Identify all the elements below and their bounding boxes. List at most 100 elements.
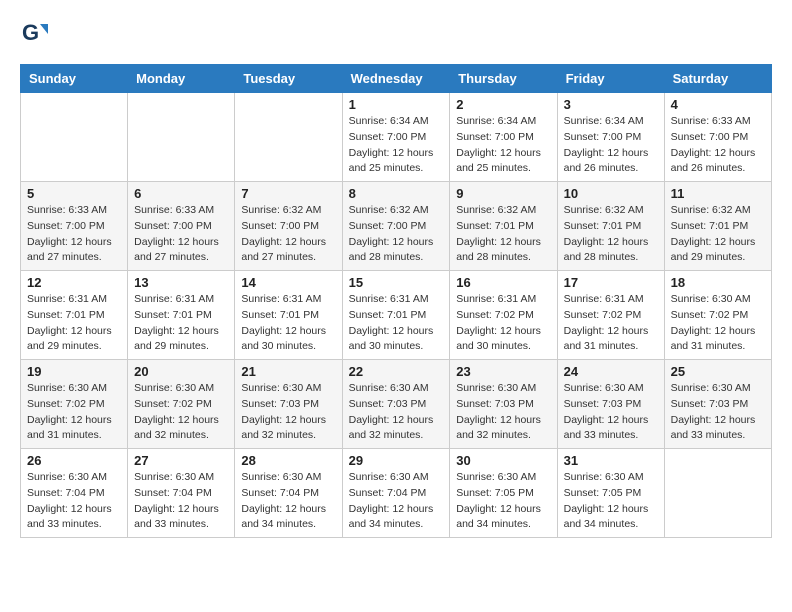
day-info: Sunrise: 6:31 AM Sunset: 7:01 PM Dayligh… — [349, 292, 444, 355]
calendar-cell: 21 Sunrise: 6:30 AM Sunset: 7:03 PM Dayli… — [235, 360, 342, 449]
weekday-header: Sunday — [21, 65, 128, 93]
day-number: 24 — [564, 364, 658, 379]
day-info: Sunrise: 6:30 AM Sunset: 7:04 PM Dayligh… — [349, 470, 444, 533]
calendar-cell: 1Sunrise: 6:34 AM Sunset: 7:00 PM Daylig… — [342, 93, 450, 182]
day-info: Sunrise: 6:32 AM Sunset: 7:01 PM Dayligh… — [564, 203, 658, 266]
calendar-cell: 6 Sunrise: 6:33 AM Sunset: 7:00 PM Daylig… — [128, 182, 235, 271]
calendar-cell — [664, 449, 771, 538]
calendar-week-row: 12 Sunrise: 6:31 AM Sunset: 7:01 PM Dayli… — [21, 271, 772, 360]
day-number: 19 — [27, 364, 121, 379]
calendar-cell: 14 Sunrise: 6:31 AM Sunset: 7:01 PM Dayli… — [235, 271, 342, 360]
page-header: G — [20, 20, 772, 48]
calendar-table: SundayMondayTuesdayWednesdayThursdayFrid… — [20, 64, 772, 538]
day-info: Sunrise: 6:31 AM Sunset: 7:01 PM Dayligh… — [134, 292, 228, 355]
calendar-cell: 27Sunrise: 6:30 AM Sunset: 7:04 PM Dayli… — [128, 449, 235, 538]
day-number: 9 — [456, 186, 550, 201]
calendar-cell: 25 Sunrise: 6:30 AM Sunset: 7:03 PM Dayli… — [664, 360, 771, 449]
calendar-cell: 11 Sunrise: 6:32 AM Sunset: 7:01 PM Dayli… — [664, 182, 771, 271]
day-number: 27 — [134, 453, 228, 468]
calendar-cell: 17 Sunrise: 6:31 AM Sunset: 7:02 PM Dayli… — [557, 271, 664, 360]
calendar-cell — [128, 93, 235, 182]
day-info: Sunrise: 6:31 AM Sunset: 7:01 PM Dayligh… — [241, 292, 335, 355]
calendar-cell: 24 Sunrise: 6:30 AM Sunset: 7:03 PM Dayli… — [557, 360, 664, 449]
day-number: 14 — [241, 275, 335, 290]
day-info: Sunrise: 6:32 AM Sunset: 7:01 PM Dayligh… — [456, 203, 550, 266]
day-info: Sunrise: 6:31 AM Sunset: 7:02 PM Dayligh… — [564, 292, 658, 355]
calendar-cell: 12Sunrise: 6:31 AM Sunset: 7:01 PM Dayli… — [21, 271, 128, 360]
day-number: 21 — [241, 364, 335, 379]
day-info: Sunrise: 6:30 AM Sunset: 7:02 PM Dayligh… — [671, 292, 765, 355]
day-number: 18 — [671, 275, 765, 290]
calendar-cell — [21, 93, 128, 182]
day-info: Sunrise: 6:30 AM Sunset: 7:05 PM Dayligh… — [564, 470, 658, 533]
day-number: 29 — [349, 453, 444, 468]
weekday-header-row: SundayMondayTuesdayWednesdayThursdayFrid… — [21, 65, 772, 93]
calendar-cell: 9 Sunrise: 6:32 AM Sunset: 7:01 PM Daylig… — [450, 182, 557, 271]
svg-text:G: G — [22, 20, 39, 45]
day-info: Sunrise: 6:30 AM Sunset: 7:03 PM Dayligh… — [241, 381, 335, 444]
day-info: Sunrise: 6:32 AM Sunset: 7:00 PM Dayligh… — [349, 203, 444, 266]
day-number: 23 — [456, 364, 550, 379]
logo: G — [20, 20, 52, 48]
day-number: 16 — [456, 275, 550, 290]
calendar-cell: 28 Sunrise: 6:30 AM Sunset: 7:04 PM Dayli… — [235, 449, 342, 538]
calendar-cell: 8 Sunrise: 6:32 AM Sunset: 7:00 PM Daylig… — [342, 182, 450, 271]
day-info: Sunrise: 6:30 AM Sunset: 7:04 PM Dayligh… — [241, 470, 335, 533]
weekday-header: Friday — [557, 65, 664, 93]
day-info: Sunrise: 6:33 AM Sunset: 7:00 PM Dayligh… — [134, 203, 228, 266]
day-info: Sunrise: 6:30 AM Sunset: 7:03 PM Dayligh… — [349, 381, 444, 444]
day-info: Sunrise: 6:30 AM Sunset: 7:03 PM Dayligh… — [564, 381, 658, 444]
day-number: 25 — [671, 364, 765, 379]
calendar-cell: 31 Sunrise: 6:30 AM Sunset: 7:05 PM Dayli… — [557, 449, 664, 538]
calendar-cell: 2 Sunrise: 6:34 AM Sunset: 7:00 PM Daylig… — [450, 93, 557, 182]
day-number: 20 — [134, 364, 228, 379]
calendar-cell: 10 Sunrise: 6:32 AM Sunset: 7:01 PM Dayli… — [557, 182, 664, 271]
day-number: 2 — [456, 97, 550, 112]
day-info: Sunrise: 6:30 AM Sunset: 7:03 PM Dayligh… — [671, 381, 765, 444]
day-info: Sunrise: 6:30 AM Sunset: 7:02 PM Dayligh… — [27, 381, 121, 444]
calendar-cell — [235, 93, 342, 182]
day-info: Sunrise: 6:32 AM Sunset: 7:01 PM Dayligh… — [671, 203, 765, 266]
calendar-cell: 5Sunrise: 6:33 AM Sunset: 7:00 PM Daylig… — [21, 182, 128, 271]
calendar-cell: 16 Sunrise: 6:31 AM Sunset: 7:02 PM Dayli… — [450, 271, 557, 360]
calendar-cell: 30 Sunrise: 6:30 AM Sunset: 7:05 PM Dayli… — [450, 449, 557, 538]
calendar-cell: 26Sunrise: 6:30 AM Sunset: 7:04 PM Dayli… — [21, 449, 128, 538]
day-number: 10 — [564, 186, 658, 201]
calendar-cell: 20 Sunrise: 6:30 AM Sunset: 7:02 PM Dayli… — [128, 360, 235, 449]
day-info: Sunrise: 6:30 AM Sunset: 7:04 PM Dayligh… — [27, 470, 121, 533]
calendar-week-row: 1 Sunrise: 6:34 AM Sunset: 7:00 PM Daylig… — [21, 93, 772, 182]
day-number: 3 — [564, 97, 658, 112]
calendar-cell: 13 Sunrise: 6:31 AM Sunset: 7:01 PM Dayli… — [128, 271, 235, 360]
day-number: 12 — [27, 275, 121, 290]
weekday-header: Thursday — [450, 65, 557, 93]
calendar-week-row: 5Sunrise: 6:33 AM Sunset: 7:00 PM Daylig… — [21, 182, 772, 271]
day-number: 15 — [349, 275, 444, 290]
calendar-cell: 23 Sunrise: 6:30 AM Sunset: 7:03 PM Dayli… — [450, 360, 557, 449]
day-info: Sunrise: 6:30 AM Sunset: 7:02 PM Dayligh… — [134, 381, 228, 444]
day-number: 8 — [349, 186, 444, 201]
weekday-header: Wednesday — [342, 65, 450, 93]
weekday-header: Saturday — [664, 65, 771, 93]
calendar-week-row: 26Sunrise: 6:30 AM Sunset: 7:04 PM Dayli… — [21, 449, 772, 538]
day-info: Sunrise: 6:31 AM Sunset: 7:02 PM Dayligh… — [456, 292, 550, 355]
day-number: 30 — [456, 453, 550, 468]
calendar-week-row: 19 Sunrise: 6:30 AM Sunset: 7:02 PM Dayli… — [21, 360, 772, 449]
day-number: 1 — [349, 97, 444, 112]
day-info: Sunrise: 6:34 AM Sunset: 7:00 PM Dayligh… — [456, 114, 550, 177]
calendar-cell: 4Sunrise: 6:33 AM Sunset: 7:00 PM Daylig… — [664, 93, 771, 182]
day-info: Sunrise: 6:30 AM Sunset: 7:03 PM Dayligh… — [456, 381, 550, 444]
day-number: 6 — [134, 186, 228, 201]
day-number: 17 — [564, 275, 658, 290]
calendar-cell: 29 Sunrise: 6:30 AM Sunset: 7:04 PM Dayli… — [342, 449, 450, 538]
day-number: 31 — [564, 453, 658, 468]
calendar-cell: 3 Sunrise: 6:34 AM Sunset: 7:00 PM Daylig… — [557, 93, 664, 182]
day-info: Sunrise: 6:30 AM Sunset: 7:05 PM Dayligh… — [456, 470, 550, 533]
calendar-cell: 22 Sunrise: 6:30 AM Sunset: 7:03 PM Dayli… — [342, 360, 450, 449]
day-number: 13 — [134, 275, 228, 290]
day-number: 7 — [241, 186, 335, 201]
day-number: 28 — [241, 453, 335, 468]
day-number: 11 — [671, 186, 765, 201]
day-info: Sunrise: 6:34 AM Sunset: 7:00 PM Dayligh… — [564, 114, 658, 177]
day-info: Sunrise: 6:33 AM Sunset: 7:00 PM Dayligh… — [671, 114, 765, 177]
day-number: 22 — [349, 364, 444, 379]
